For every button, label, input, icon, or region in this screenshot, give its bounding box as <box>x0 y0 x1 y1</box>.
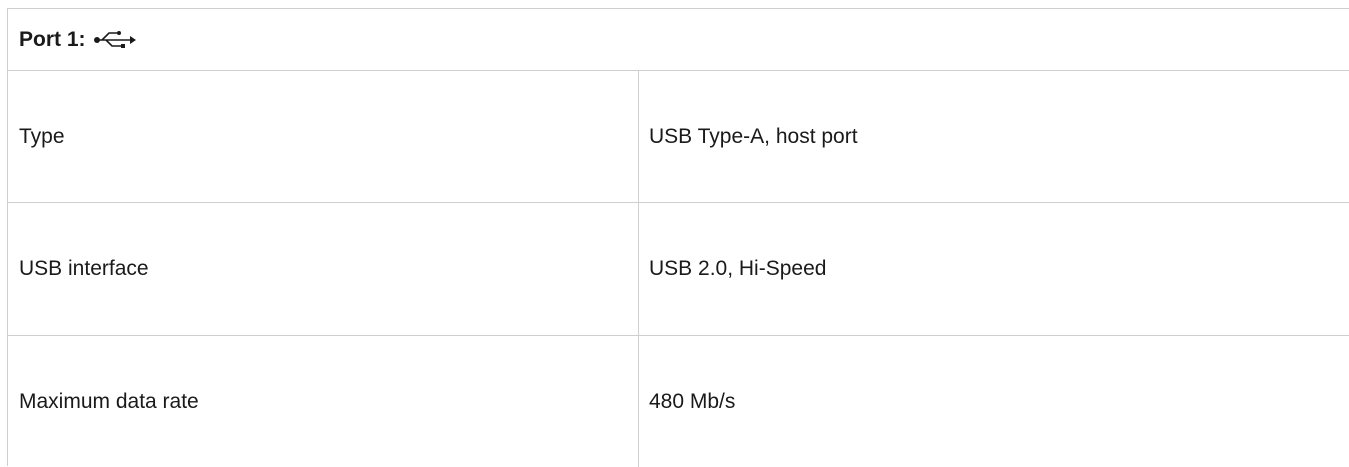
spec-label: Type <box>8 71 639 202</box>
spec-value: USB 2.0, Hi-Speed <box>649 257 827 280</box>
port-spec-table: Port 1: Type USB Type-A, host port USB i… <box>7 8 1349 467</box>
table-row: Type USB Type-A, host port <box>8 71 1349 203</box>
table-row: Maximum data rate 480 Mb/s <box>8 336 1349 467</box>
spec-value: 480 Mb/s <box>649 389 736 413</box>
spec-label: USB interface <box>8 203 639 335</box>
spec-value: USB Type-A, host port <box>649 124 858 148</box>
spec-label: Maximum data rate <box>8 336 639 467</box>
table-row: USB interface USB 2.0, Hi-Speed <box>8 203 1349 336</box>
usb-icon <box>92 30 140 50</box>
port-title: Port 1: <box>19 27 86 51</box>
port-header: Port 1: <box>8 9 1349 71</box>
